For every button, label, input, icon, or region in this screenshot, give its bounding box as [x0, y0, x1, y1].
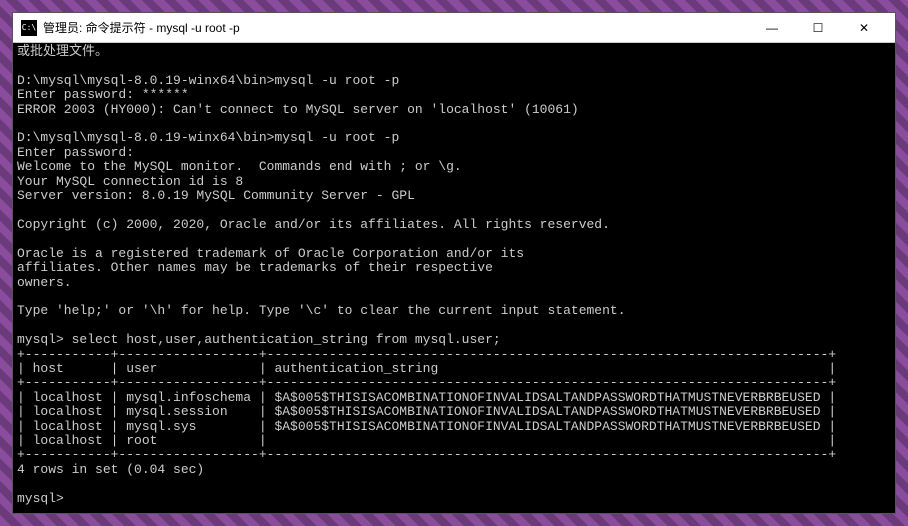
terminal-line — [17, 203, 891, 217]
terminal-line — [17, 232, 891, 246]
cmd-icon-label: C:\ — [22, 23, 36, 32]
terminal-line: +-----------+------------------+--------… — [17, 348, 891, 362]
terminal-line: | localhost | mysql.session | $A$005$THI… — [17, 405, 891, 419]
minimize-button[interactable]: — — [749, 14, 795, 42]
terminal-line: +-----------+------------------+--------… — [17, 376, 891, 390]
terminal-line — [17, 117, 891, 131]
terminal-line — [17, 319, 891, 333]
terminal-line: | localhost | mysql.infoschema | $A$005$… — [17, 391, 891, 405]
terminal-line: | localhost | root | | — [17, 434, 891, 448]
terminal-line: Type 'help;' or '\h' for help. Type '\c'… — [17, 304, 891, 318]
terminal-line: +-----------+------------------+--------… — [17, 448, 891, 462]
maximize-button[interactable]: ☐ — [795, 14, 841, 42]
terminal-line: ERROR 2003 (HY000): Can't connect to MyS… — [17, 103, 891, 117]
terminal-line: mysql> — [17, 492, 891, 506]
terminal-line: Server version: 8.0.19 MySQL Community S… — [17, 189, 891, 203]
terminal-line: Enter password: ****** — [17, 88, 891, 102]
terminal-line: owners. — [17, 276, 891, 290]
terminal-line: Copyright (c) 2000, 2020, Oracle and/or … — [17, 218, 891, 232]
terminal-line: | host | user | authentication_string | — [17, 362, 891, 376]
titlebar[interactable]: C:\ 管理员: 命令提示符 - mysql -u root -p — ☐ ✕ — [13, 13, 895, 43]
terminal-line — [17, 477, 891, 491]
window-title: 管理员: 命令提示符 - mysql -u root -p — [43, 19, 749, 36]
terminal-line: D:\mysql\mysql-8.0.19-winx64\bin>mysql -… — [17, 74, 891, 88]
terminal-line: | localhost | mysql.sys | $A$005$THISISA… — [17, 420, 891, 434]
cmd-icon: C:\ — [21, 20, 37, 36]
terminal-output[interactable]: 或批处理文件。 D:\mysql\mysql-8.0.19-winx64\bin… — [13, 43, 895, 513]
terminal-line: affiliates. Other names may be trademark… — [17, 261, 891, 275]
terminal-line: Welcome to the MySQL monitor. Commands e… — [17, 160, 891, 174]
close-button[interactable]: ✕ — [841, 14, 887, 42]
terminal-line — [17, 290, 891, 304]
terminal-line — [17, 59, 891, 73]
terminal-line: Oracle is a registered trademark of Orac… — [17, 247, 891, 261]
terminal-line: 4 rows in set (0.04 sec) — [17, 463, 891, 477]
terminal-line: 或批处理文件。 — [17, 45, 891, 59]
command-prompt-window: C:\ 管理员: 命令提示符 - mysql -u root -p — ☐ ✕ … — [12, 12, 896, 514]
terminal-line: Enter password: — [17, 146, 891, 160]
terminal-line: D:\mysql\mysql-8.0.19-winx64\bin>mysql -… — [17, 131, 891, 145]
window-controls: — ☐ ✕ — [749, 14, 887, 42]
terminal-line: Your MySQL connection id is 8 — [17, 175, 891, 189]
terminal-line: mysql> select host,user,authentication_s… — [17, 333, 891, 347]
